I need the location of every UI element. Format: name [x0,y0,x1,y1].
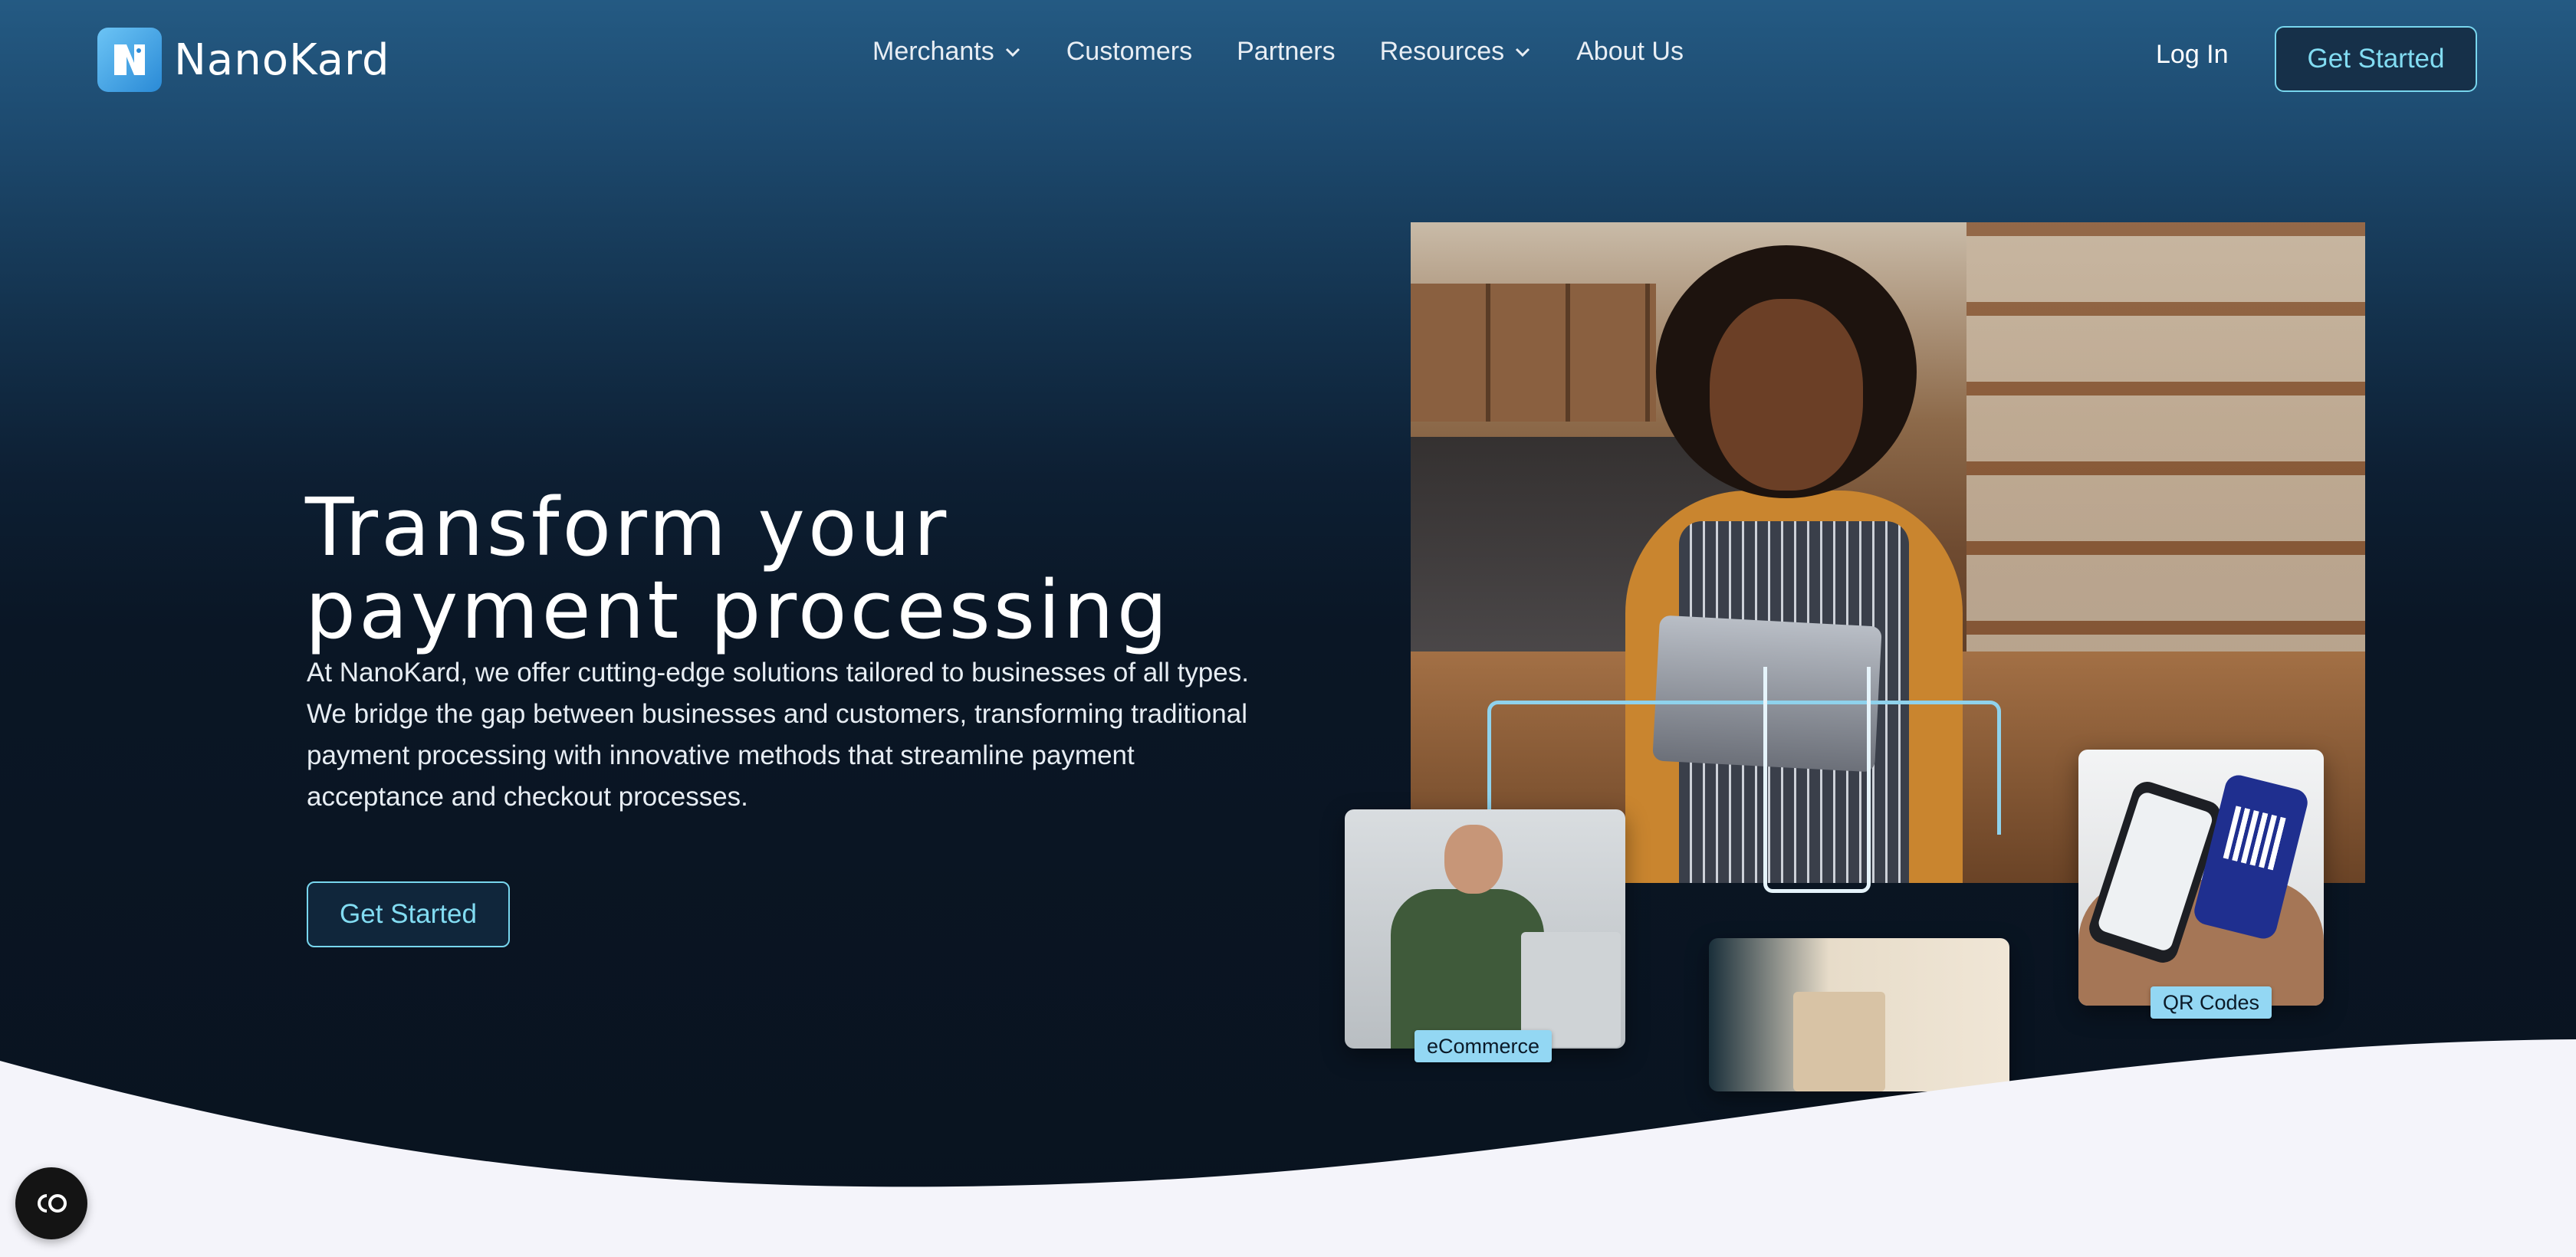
background-shelves [1967,222,2365,651]
nav-item-merchants[interactable]: Merchants [872,37,1022,67]
nav-item-label: Customers [1066,37,1193,66]
qr-codes-tag: QR Codes [2150,986,2272,1019]
section-wave-divider [0,1039,2576,1257]
hero-title: Transform your payment processing [305,486,1302,651]
brand-name: NanoKard [174,34,390,85]
head [1444,825,1503,894]
hero-section: NanoKard Merchants Customers Partners Re… [0,0,2576,1257]
face [1710,299,1863,491]
nav-item-resources[interactable]: Resources [1380,37,1533,67]
qr-code-phones-image [2078,750,2324,1006]
connector-line [1763,667,1871,893]
nav-item-label: About Us [1576,37,1684,66]
chevron-down-icon [1516,48,1530,57]
nav-item-partners[interactable]: Partners [1237,37,1336,67]
chevron-down-icon [1005,48,1020,57]
brand-logo[interactable]: NanoKard [97,28,390,92]
login-link[interactable]: Log In [2156,40,2229,70]
shopper-with-laptop-image [1345,809,1625,1049]
nav-item-label: Merchants [872,37,994,66]
hero-get-started-button[interactable]: Get Started [307,881,510,947]
nav-item-customers[interactable]: Customers [1066,37,1192,67]
header-get-started-button[interactable]: Get Started [2275,26,2477,92]
nav-item-label: Resources [1379,37,1505,66]
nanokard-logo-icon [97,28,162,92]
hero-title-line-1: Transform your [305,480,950,574]
hero-title-line-2: payment processing [305,563,1171,657]
background-drawers [1411,284,1656,422]
nav-item-label: Partners [1237,37,1336,66]
main-nav: Merchants Customers Partners Resources A… [872,37,1684,67]
privacy-settings-icon [38,1194,67,1213]
privacy-settings-button[interactable] [15,1167,87,1239]
nav-item-about-us[interactable]: About Us [1576,37,1684,67]
hero-description: At NanoKard, we offer cutting-edge solut… [307,658,1249,812]
